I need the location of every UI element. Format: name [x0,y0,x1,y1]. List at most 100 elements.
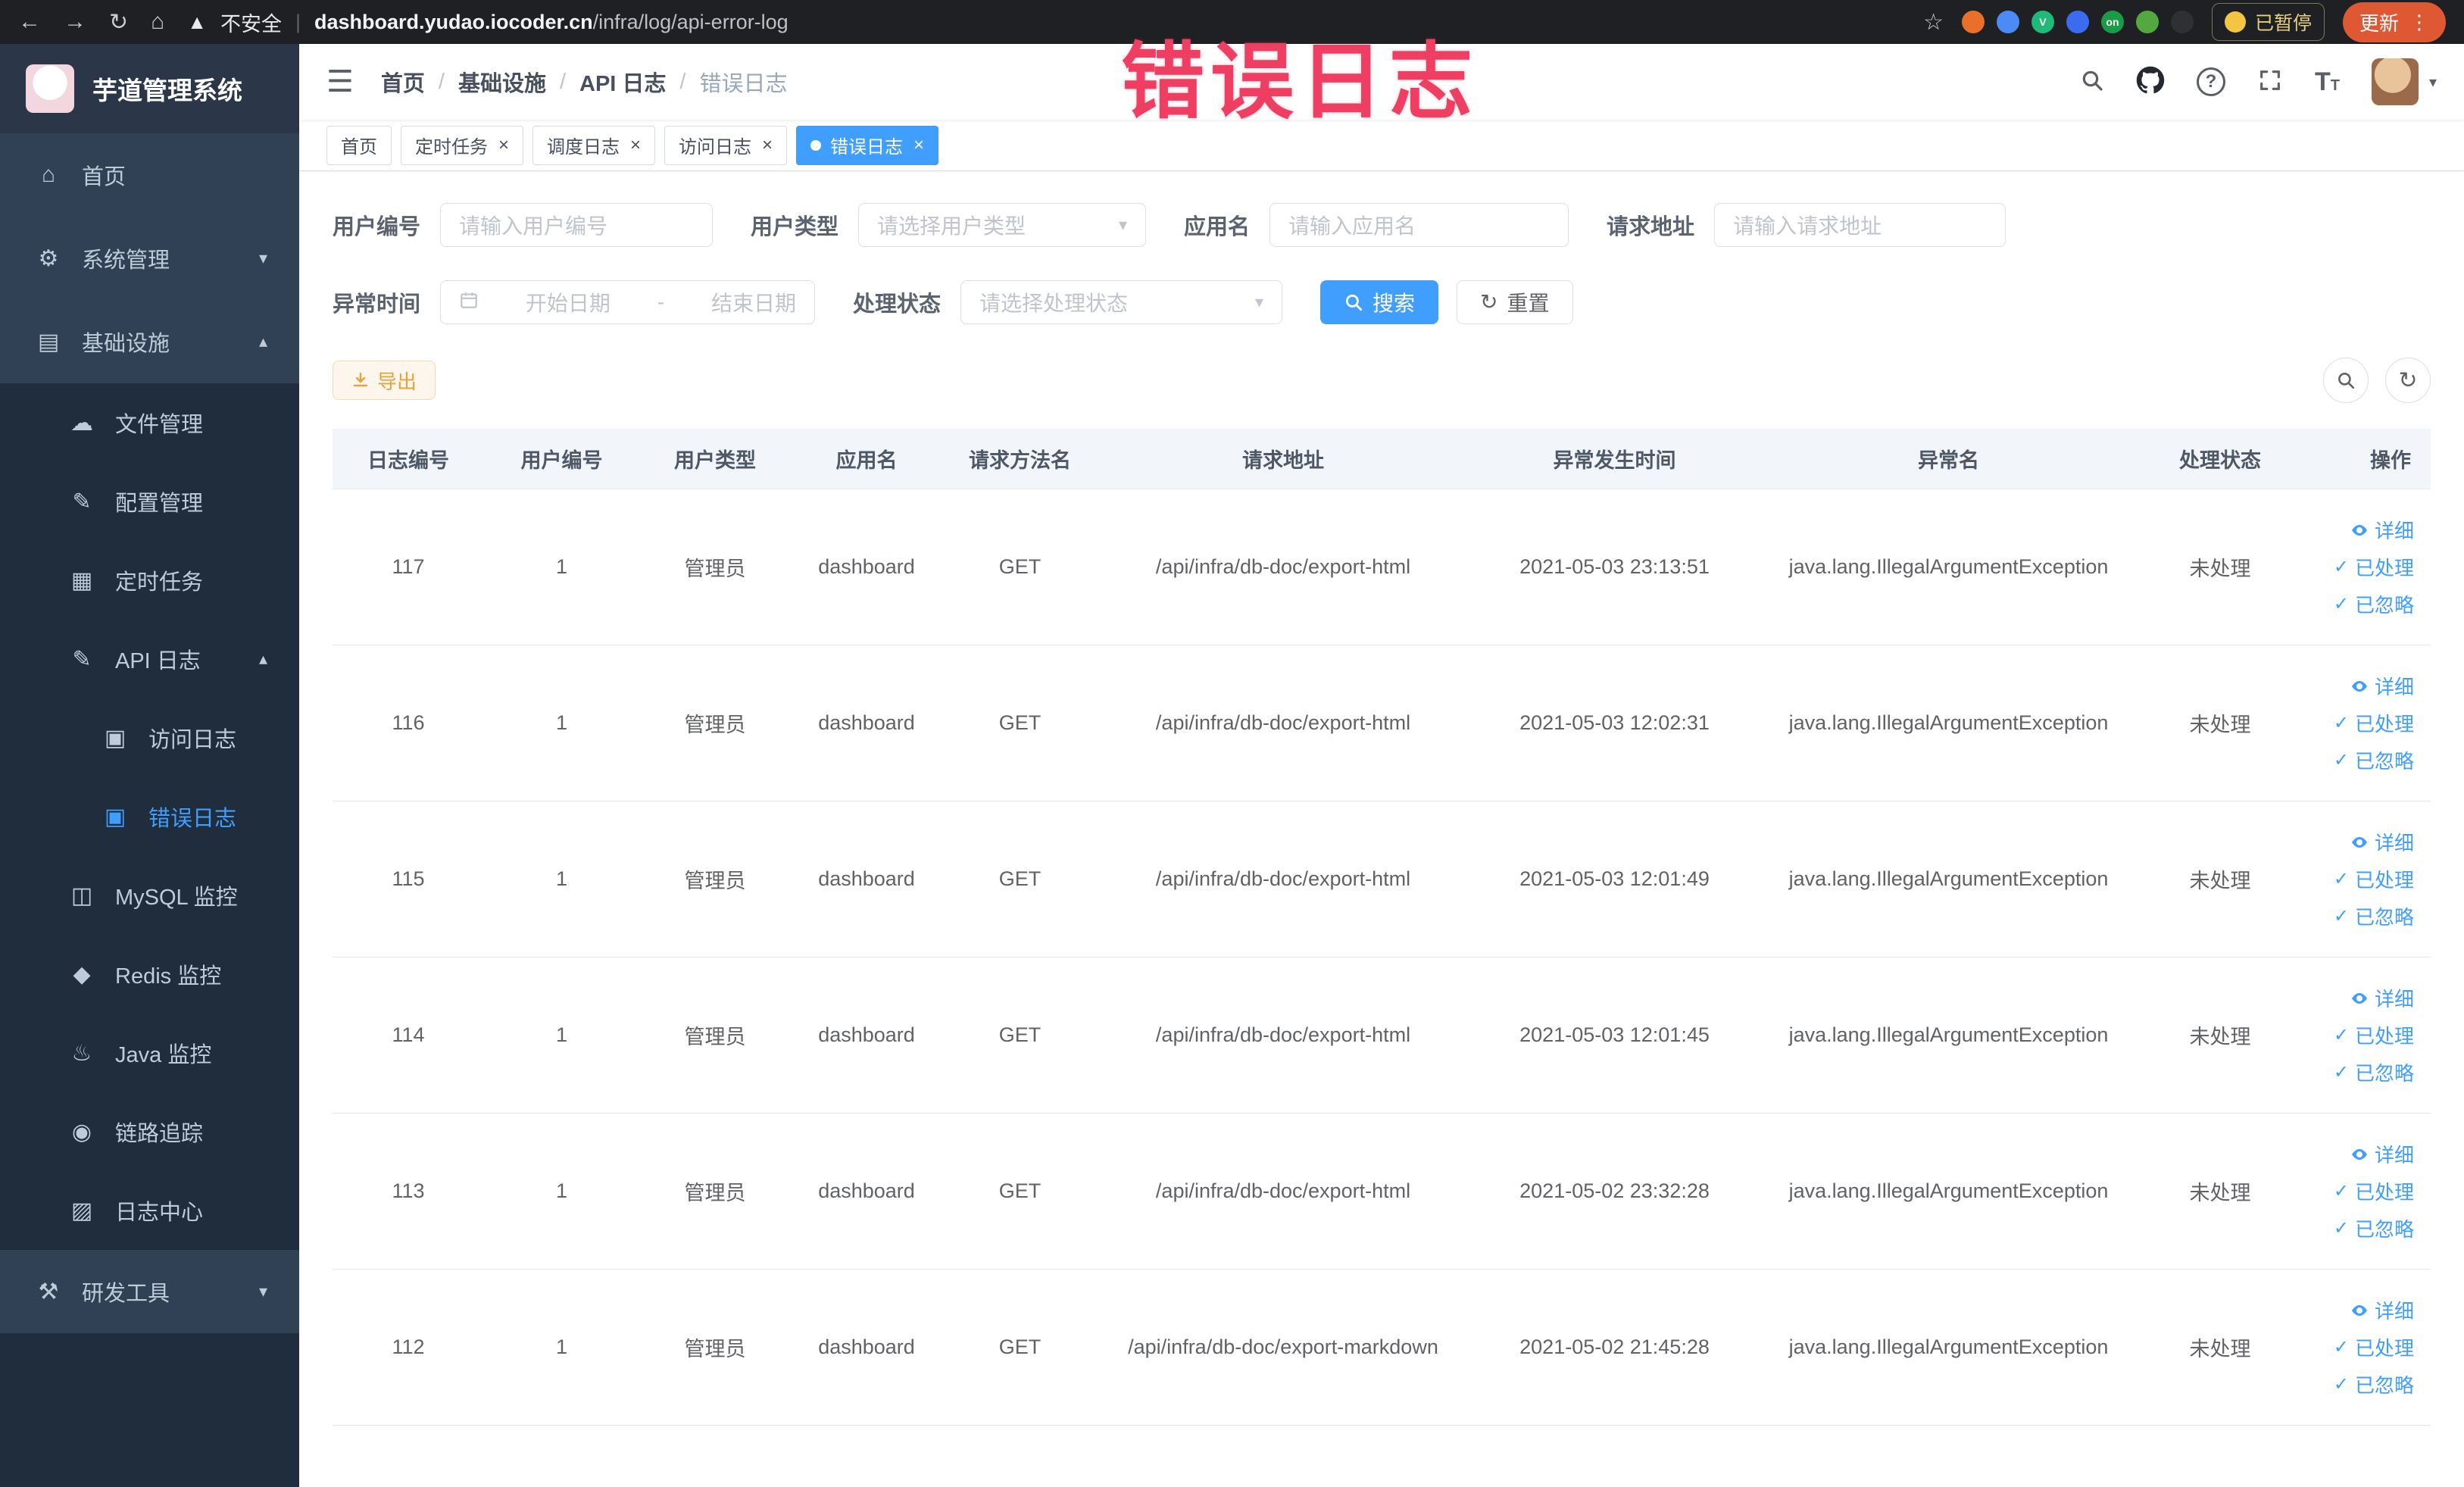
request-url-input[interactable]: 请输入请求地址 [1714,203,2006,247]
extension-icon-6[interactable] [2135,11,2159,33]
exception-time-label: 异常时间 [333,292,421,317]
processed-link[interactable]: ✓ 已处理 [2334,709,2414,737]
processed-link[interactable]: ✓ 已处理 [2334,865,2414,893]
breadcrumb-item-2[interactable]: 基础设施 [458,66,546,98]
sidebar-item-api-log[interactable]: ✎ API 日志 ▴ [0,620,299,698]
paused-badge[interactable]: 已暂停 [2211,3,2325,41]
extensions-area: Von [1961,11,2194,33]
extension-icon-4[interactable] [2066,11,2089,33]
sidebar-item-error-log[interactable]: ▣ 错误日志 [0,777,299,856]
sidebar-item-redis[interactable]: ◆ Redis 监控 [0,935,299,1014]
detail-link[interactable]: 详细 [2350,1296,2414,1324]
sidebar-item-label: 配置管理 [115,492,204,516]
cell-user-id: 1 [484,1270,639,1426]
detail-link[interactable]: 详细 [2350,1140,2414,1168]
sidebar-item-job[interactable]: ▦ 定时任务 [0,541,299,620]
forward-icon[interactable]: → [64,9,86,35]
close-icon[interactable]: × [913,135,924,156]
browser-right-cluster: ☆ Von 已暂停 更新 ⋮ [1923,2,2446,42]
error-log-table: 日志编号 用户编号 用户类型 应用名 请求方法名 请求地址 异常发生时间 异常名 处理状态 操作 … [333,429,2431,1426]
breadcrumb-separator: / [679,69,686,94]
close-icon[interactable]: × [762,135,773,156]
app-name-label: 应用名 [1184,215,1251,239]
update-button[interactable]: 更新 ⋮ [2342,2,2446,42]
reset-button[interactable]: ↻ 重置 [1457,280,1573,324]
close-icon[interactable]: × [498,135,509,156]
top-navbar: ☰ 首页 / 基础设施 / API 日志 / 错误日志 ? TT ▾ [299,44,2464,120]
ignored-link[interactable]: ✓ 已忽略 [2334,746,2414,774]
table-row: 115 1 管理员 dashboard GET/api/infra/db-doc/exp… [333,801,2431,957]
back-icon[interactable]: ← [18,9,41,35]
trace-icon: ◉ [71,1119,92,1145]
cell-url: /api/infra/db-doc/export-html [1098,489,1469,645]
breadcrumb-item-1[interactable]: 首页 [381,66,425,98]
app-name-input[interactable]: 请输入应用名 [1269,203,1569,247]
breadcrumb-item-3[interactable]: API 日志 [579,66,666,98]
sidebar-item-tracer[interactable]: ◉ 链路追踪 [0,1092,299,1171]
sidebar-item-mysql[interactable]: ◫ MySQL 监控 [0,856,299,935]
address-bar[interactable]: ▲ 不安全 | dashboard.yudao.iocoder.cn/infra… [187,8,788,37]
kebab-menu-icon[interactable]: ⋮ [2409,11,2429,34]
tab-job-log[interactable]: 调度日志 × [532,125,656,165]
detail-link[interactable]: 详细 [2350,672,2414,700]
cell-status: 未处理 [2137,645,2303,801]
hamburger-icon[interactable]: ☰ [326,64,354,99]
detail-link[interactable]: 详细 [2350,516,2414,544]
sidebar-item-home[interactable]: ⌂ 首页 [0,133,299,217]
refresh-table-button[interactable]: ↻ [2385,358,2431,403]
table-toolbar: 导出 ↻ [333,358,2431,403]
user-type-select[interactable]: 请选择用户类型 ▾ [858,203,1147,247]
sidebar-item-config[interactable]: ✎ 配置管理 [0,462,299,541]
extension-icon-3[interactable]: V [2031,11,2054,33]
cell-url: /api/infra/db-doc/export-html [1098,957,1469,1114]
extension-icon-1[interactable] [1961,11,1985,33]
ignored-link[interactable]: ✓ 已忽略 [2334,1370,2414,1398]
logo[interactable]: 芋道管理系统 [0,44,299,133]
java-icon: ♨ [71,1040,92,1066]
ignored-link[interactable]: ✓ 已忽略 [2334,1214,2414,1242]
font-size-icon[interactable]: TT [2315,67,2340,97]
sidebar-item-label: 链路追踪 [115,1122,204,1146]
tab-job[interactable]: 定时任务 × [401,125,524,165]
sidebar-item-file[interactable]: ☁ 文件管理 [0,383,299,462]
bookmark-star-icon[interactable]: ☆ [1923,9,1944,36]
doc-icon: ▣ [104,725,126,751]
sidebar-item-dev-tools[interactable]: ⚒ 研发工具 ▾ [0,1250,299,1333]
processed-link[interactable]: ✓ 已处理 [2334,1333,2414,1361]
fullscreen-icon[interactable] [2257,67,2283,97]
processed-link[interactable]: ✓ 已处理 [2334,1021,2414,1049]
ignored-link[interactable]: ✓ 已忽略 [2334,590,2414,618]
help-icon[interactable]: ? [2196,67,2225,96]
extension-icon-2[interactable] [1996,11,2019,33]
processed-link[interactable]: ✓ 已处理 [2334,1177,2414,1205]
sidebar-item-log-center[interactable]: ▨ 日志中心 [0,1171,299,1250]
tab-home[interactable]: 首页 [326,125,392,165]
detail-link[interactable]: 详细 [2350,984,2414,1012]
sidebar-item-java[interactable]: ♨ Java 监控 [0,1014,299,1092]
user-menu[interactable]: ▾ [2371,58,2437,105]
export-button[interactable]: 导出 [333,361,436,400]
sidebar-item-system[interactable]: ⚙ 系统管理 ▾ [0,217,299,300]
sidebar-item-access-log[interactable]: ▣ 访问日志 [0,698,299,777]
extension-icon-5[interactable]: on [2100,11,2124,33]
github-icon[interactable] [2136,66,2165,98]
processed-link[interactable]: ✓ 已处理 [2334,553,2414,581]
reload-icon[interactable]: ↻ [109,9,128,36]
ignored-link[interactable]: ✓ 已忽略 [2334,902,2414,930]
cell-log-id: 115 [333,801,484,957]
extension-icon-7[interactable] [2170,11,2194,33]
toggle-search-button[interactable] [2323,358,2369,403]
process-status-select[interactable]: 请选择处理状态 ▾ [960,280,1283,324]
close-icon[interactable]: × [630,135,641,156]
ignored-link[interactable]: ✓ 已忽略 [2334,1058,2414,1086]
cell-log-id: 117 [333,489,484,645]
sidebar-item-infrastructure[interactable]: ▤ 基础设施 ▴ [0,300,299,383]
search-button[interactable]: 搜索 [1320,280,1439,324]
browser-home-icon[interactable]: ⌂ [151,9,164,35]
date-range-picker[interactable]: 开始日期 - 结束日期 [440,280,816,324]
tab-access-log[interactable]: 访问日志 × [664,125,788,165]
detail-link[interactable]: 详细 [2350,828,2414,856]
search-icon[interactable] [2080,68,2104,96]
user-id-input[interactable]: 请输入用户编号 [440,203,714,247]
tab-error-log[interactable]: 错误日志 × [796,125,939,165]
